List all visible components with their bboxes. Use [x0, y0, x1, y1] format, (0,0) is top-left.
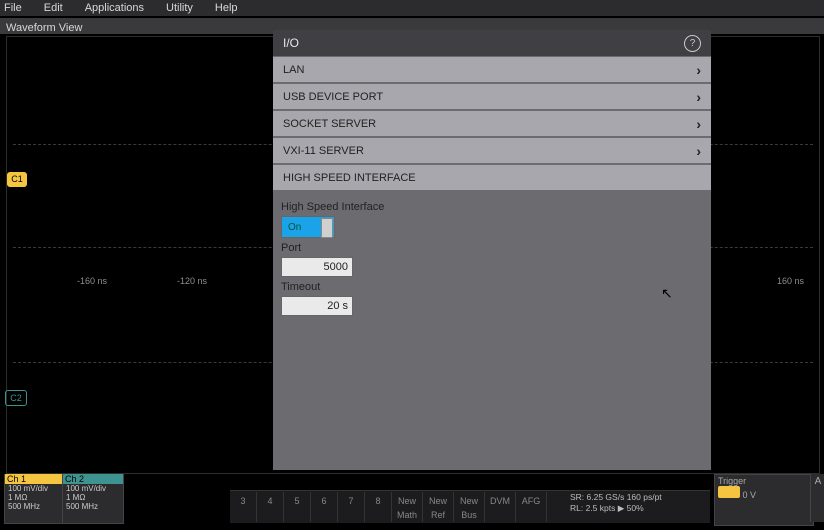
- chevron-right-icon: ›: [696, 143, 701, 159]
- trigger-badge: [718, 486, 740, 498]
- trigger-label: Trigger: [718, 476, 810, 486]
- row-high-speed-interface[interactable]: HIGH SPEED INTERFACE: [273, 164, 711, 191]
- toggle-state: On: [288, 222, 301, 233]
- io-panel-title: I/O: [283, 36, 299, 50]
- row-label: USB DEVICE PORT: [283, 91, 383, 103]
- new-ref-button[interactable]: New Ref: [423, 492, 454, 522]
- trigger-value: 0 V: [743, 490, 757, 500]
- ch2-line: 500 MHz: [66, 502, 120, 511]
- port-input[interactable]: 5000: [281, 257, 353, 277]
- channel-2-header: Ch 2: [63, 474, 123, 484]
- slot-8[interactable]: 8: [365, 492, 392, 522]
- channel-1-badge[interactable]: C1: [7, 172, 27, 187]
- time-tick: 160 ns: [777, 276, 804, 286]
- time-tick: -160 ns: [77, 276, 107, 286]
- new-math-button[interactable]: New Math: [392, 492, 423, 522]
- row-vxi11-server[interactable]: VXI-11 SERVER ›: [273, 137, 711, 164]
- port-label: Port: [281, 242, 703, 254]
- menu-utility[interactable]: Utility: [166, 2, 193, 14]
- ch2-line: 100 mV/div: [66, 484, 120, 493]
- menu-help[interactable]: Help: [215, 2, 238, 14]
- toggle-knob: [321, 218, 333, 238]
- stat-line: SR: 6.25 GS/s 160 ps/pt: [570, 492, 662, 503]
- hsi-toggle[interactable]: On: [281, 216, 335, 238]
- channel-2-tile[interactable]: Ch 2 100 mV/div 1 MΩ 500 MHz: [62, 474, 124, 524]
- timeout-label: Timeout: [281, 281, 703, 293]
- menubar: File Edit Applications Utility Help: [0, 0, 824, 16]
- slot-4[interactable]: 4: [257, 492, 284, 522]
- channel-1-tile[interactable]: Ch 1 100 mV/div 1 MΩ 500 MHz: [4, 474, 66, 524]
- slot-5[interactable]: 5: [284, 492, 311, 522]
- menu-applications[interactable]: Applications: [85, 2, 144, 14]
- ch1-line: 100 mV/div: [8, 484, 62, 493]
- acquisition-stats: SR: 6.25 GS/s 160 ps/pt RL: 2.5 kpts ▶ 5…: [570, 492, 662, 514]
- row-label: HIGH SPEED INTERFACE: [283, 172, 416, 184]
- ch1-line: 500 MHz: [8, 502, 62, 511]
- ch1-line: 1 MΩ: [8, 493, 62, 502]
- io-panel-header: I/O ?: [273, 30, 711, 56]
- ch2-line: 1 MΩ: [66, 493, 120, 502]
- chevron-right-icon: ›: [696, 62, 701, 78]
- timeout-input[interactable]: 20 s: [281, 296, 353, 316]
- dvm-button[interactable]: DVM: [485, 492, 516, 522]
- trigger-tile[interactable]: Trigger 0 V: [714, 474, 814, 526]
- channel-2-badge[interactable]: C2: [5, 390, 27, 406]
- high-speed-interface-section: High Speed Interface On Port 5000 Timeou…: [273, 191, 711, 322]
- row-label: VXI-11 SERVER: [283, 145, 364, 157]
- channel-1-header: Ch 1: [5, 474, 65, 484]
- menu-edit[interactable]: Edit: [44, 2, 63, 14]
- row-lan[interactable]: LAN ›: [273, 56, 711, 83]
- slot-7[interactable]: 7: [338, 492, 365, 522]
- io-panel: I/O ? LAN › USB DEVICE PORT › SOCKET SER…: [273, 30, 711, 470]
- chevron-right-icon: ›: [696, 89, 701, 105]
- row-usb-device-port[interactable]: USB DEVICE PORT ›: [273, 83, 711, 110]
- row-label: SOCKET SERVER: [283, 118, 376, 130]
- time-tick: -120 ns: [177, 276, 207, 286]
- slot-3[interactable]: 3: [230, 492, 257, 522]
- afg-button[interactable]: AFG: [516, 492, 547, 522]
- help-icon[interactable]: ?: [684, 35, 701, 52]
- new-bus-button[interactable]: New Bus: [454, 492, 485, 522]
- row-label: LAN: [283, 64, 304, 76]
- chevron-right-icon: ›: [696, 116, 701, 132]
- slot-6[interactable]: 6: [311, 492, 338, 522]
- a-tile[interactable]: A: [810, 474, 824, 522]
- stat-line: RL: 2.5 kpts ▶ 50%: [570, 503, 662, 514]
- hsi-label: High Speed Interface: [281, 201, 703, 213]
- row-socket-server[interactable]: SOCKET SERVER ›: [273, 110, 711, 137]
- menu-file[interactable]: File: [4, 2, 22, 14]
- window-title: Waveform View: [0, 22, 82, 34]
